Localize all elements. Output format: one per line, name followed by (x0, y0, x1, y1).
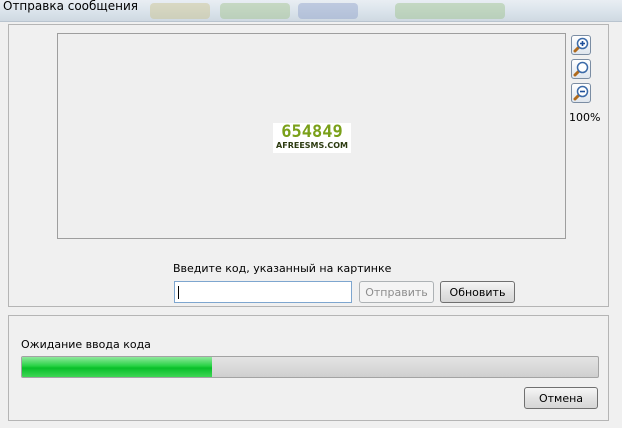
progress-fill (22, 357, 213, 377)
background-blur (220, 3, 290, 19)
progress-bar (21, 356, 599, 378)
cancel-button[interactable]: Отмена (524, 387, 598, 409)
title-bar: Отправка сообщения (0, 0, 622, 22)
zoom-out-button[interactable] (571, 83, 591, 103)
window-title: Отправка сообщения (3, 0, 138, 13)
background-blur (298, 3, 358, 19)
code-label: Введите код, указанный на картинке (173, 262, 392, 275)
captcha-code: 654849 (281, 123, 343, 142)
background-blur (150, 3, 210, 19)
captcha-panel: 654849 AFREESMS.COM 100% Введите код, ук… (8, 24, 609, 307)
background-blur (395, 3, 505, 19)
zoom-reset-button[interactable] (571, 59, 591, 79)
zoom-in-button[interactable] (571, 35, 591, 55)
status-text: Ожидание ввода кода (21, 338, 151, 351)
captcha-image-area: 654849 AFREESMS.COM (57, 33, 566, 239)
refresh-button[interactable]: Обновить (440, 281, 515, 303)
status-panel: Ожидание ввода кода Отмена (8, 315, 609, 421)
text-caret (178, 286, 179, 299)
captcha-site: AFREESMS.COM (276, 141, 348, 150)
zoom-out-icon (573, 85, 589, 101)
zoom-reset-icon (573, 61, 589, 77)
zoom-in-icon (573, 37, 589, 53)
captcha-image: 654849 AFREESMS.COM (273, 123, 351, 153)
zoom-level: 100% (569, 111, 601, 124)
send-button[interactable]: Отправить (359, 281, 434, 303)
code-input[interactable] (174, 281, 352, 303)
